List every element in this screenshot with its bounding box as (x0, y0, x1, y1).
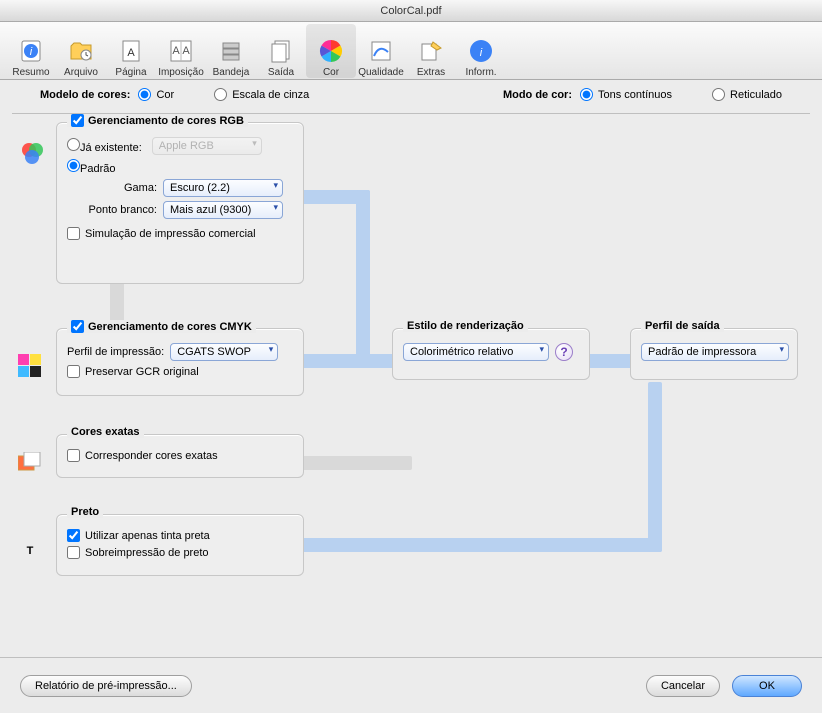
cmyk-panel-title[interactable]: Gerenciamento de cores CMYK (67, 320, 256, 333)
radio-halftone[interactable]: Reticulado (712, 88, 782, 101)
page-a-icon: A (117, 37, 145, 65)
radio-continuous[interactable]: Tons contínuos (580, 88, 672, 101)
rgb-enable-checkbox (71, 114, 84, 127)
whitepoint-select[interactable]: Mais azul (9300) (163, 201, 283, 219)
toolbar-label: Saída (268, 67, 294, 78)
toolbar-item-extras[interactable]: Extras (406, 24, 456, 78)
tray-icon (217, 37, 245, 65)
info-page-icon: i (17, 37, 45, 65)
radio-existing[interactable]: Já existente: (67, 138, 142, 154)
commercial-sim-checkbox[interactable]: Simulação de impressão comercial (67, 227, 256, 240)
help-button[interactable]: ? (555, 343, 573, 361)
gamma-label: Gama: (67, 182, 157, 194)
toolbar-label: Qualidade (358, 67, 404, 78)
spot-swatch-icon (18, 452, 46, 480)
output-panel: Perfil de saída Padrão de impressora (630, 328, 798, 380)
svg-text:A: A (172, 45, 180, 57)
extras-icon (417, 37, 445, 65)
toolbar-label: Cor (323, 67, 339, 78)
toolbar-label: Imposição (158, 67, 204, 78)
flow-rgb-to-render-v (356, 190, 370, 358)
output-pages-icon (267, 37, 295, 65)
cmyk-panel: Gerenciamento de cores CMYK Perfil de im… (56, 328, 304, 396)
toolbar-item-pagina[interactable]: A Página (106, 24, 156, 78)
flow-spot-gray (302, 456, 412, 470)
toolbar-label: Resumo (12, 67, 49, 78)
gamma-select[interactable]: Escuro (2.2) (163, 179, 283, 197)
black-panel-title: Preto (67, 506, 103, 518)
toolbar: i Resumo Arquivo A Página AA Imposição B… (0, 22, 822, 80)
folder-clock-icon (67, 37, 95, 65)
imposition-icon: AA (167, 37, 195, 65)
window-titlebar: ColorCal.pdf (0, 0, 822, 22)
match-spot-checkbox[interactable]: Corresponder cores exatas (67, 449, 218, 462)
black-panel: Preto Utilizar apenas tinta preta Sobrei… (56, 514, 304, 576)
render-panel: Estilo de renderização Colorimétrico rel… (392, 328, 590, 380)
cmyk-enable-checkbox (71, 320, 84, 333)
cancel-button[interactable]: Cancelar (646, 675, 720, 697)
radio-default[interactable]: Padrão (67, 159, 115, 175)
toolbar-label: Arquivo (64, 67, 98, 78)
black-t-icon: T (16, 532, 44, 560)
toolbar-item-imposicao[interactable]: AA Imposição (156, 24, 206, 78)
prepress-report-button[interactable]: Relatório de pré-impressão... (20, 675, 192, 697)
render-style-select[interactable]: Colorimétrico relativo (403, 343, 549, 361)
toolbar-item-saida[interactable]: Saída (256, 24, 306, 78)
color-model-label: Modelo de cores: (40, 89, 130, 101)
cmyk-profile-label: Perfil de impressão: (67, 346, 164, 358)
svg-text:T: T (27, 545, 34, 557)
toolbar-item-arquivo[interactable]: Arquivo (56, 24, 106, 78)
toolbar-item-inform[interactable]: i Inform. (456, 24, 506, 78)
spot-panel: Cores exatas Corresponder cores exatas (56, 434, 304, 478)
flow-output-down (648, 382, 662, 552)
existing-profile-select: Apple RGB (152, 137, 262, 155)
render-panel-title: Estilo de renderização (403, 320, 528, 332)
whitepoint-label: Ponto branco: (67, 204, 157, 216)
svg-text:A: A (182, 45, 190, 57)
mode-bar: Modelo de cores: Cor Escala de cinza Mod… (0, 80, 822, 109)
svg-text:A: A (127, 47, 135, 59)
toolbar-label: Extras (417, 67, 445, 78)
flow-cmyk-to-render (302, 354, 394, 368)
radio-grayscale[interactable]: Escala de cinza (214, 88, 309, 101)
black-overprint-checkbox[interactable]: Sobreimpressão de preto (67, 546, 209, 559)
window-title: ColorCal.pdf (380, 5, 441, 17)
toolbar-label: Inform. (465, 67, 496, 78)
rgb-panel: Gerenciamento de cores RGB Já existente:… (56, 122, 304, 284)
color-wheel-icon (317, 37, 345, 65)
gcr-checkbox[interactable]: Preservar GCR original (67, 365, 199, 378)
ok-button[interactable]: OK (732, 675, 802, 697)
toolbar-label: Bandeja (213, 67, 250, 78)
info-icon: i (467, 37, 495, 65)
flow-black (302, 538, 662, 552)
radio-color[interactable]: Cor (138, 88, 174, 101)
rgb-venn-icon (18, 140, 46, 168)
toolbar-item-qualidade[interactable]: Qualidade (356, 24, 406, 78)
rgb-panel-title[interactable]: Gerenciamento de cores RGB (67, 114, 248, 127)
output-profile-select[interactable]: Padrão de impressora (641, 343, 789, 361)
toolbar-item-resumo[interactable]: i Resumo (6, 24, 56, 78)
toolbar-item-bandeja[interactable]: Bandeja (206, 24, 256, 78)
footer: Relatório de pré-impressão... Cancelar O… (0, 657, 822, 713)
black-ink-only-checkbox[interactable]: Utilizar apenas tinta preta (67, 529, 210, 542)
spot-panel-title: Cores exatas (67, 426, 144, 438)
toolbar-label: Página (115, 67, 146, 78)
quality-icon (367, 37, 395, 65)
color-mode-label: Modo de cor: (503, 89, 572, 101)
output-panel-title: Perfil de saída (641, 320, 724, 332)
toolbar-item-cor[interactable]: Cor (306, 24, 356, 78)
cmyk-squares-icon (18, 354, 46, 382)
cmyk-profile-select[interactable]: CGATS SWOP (170, 343, 278, 361)
